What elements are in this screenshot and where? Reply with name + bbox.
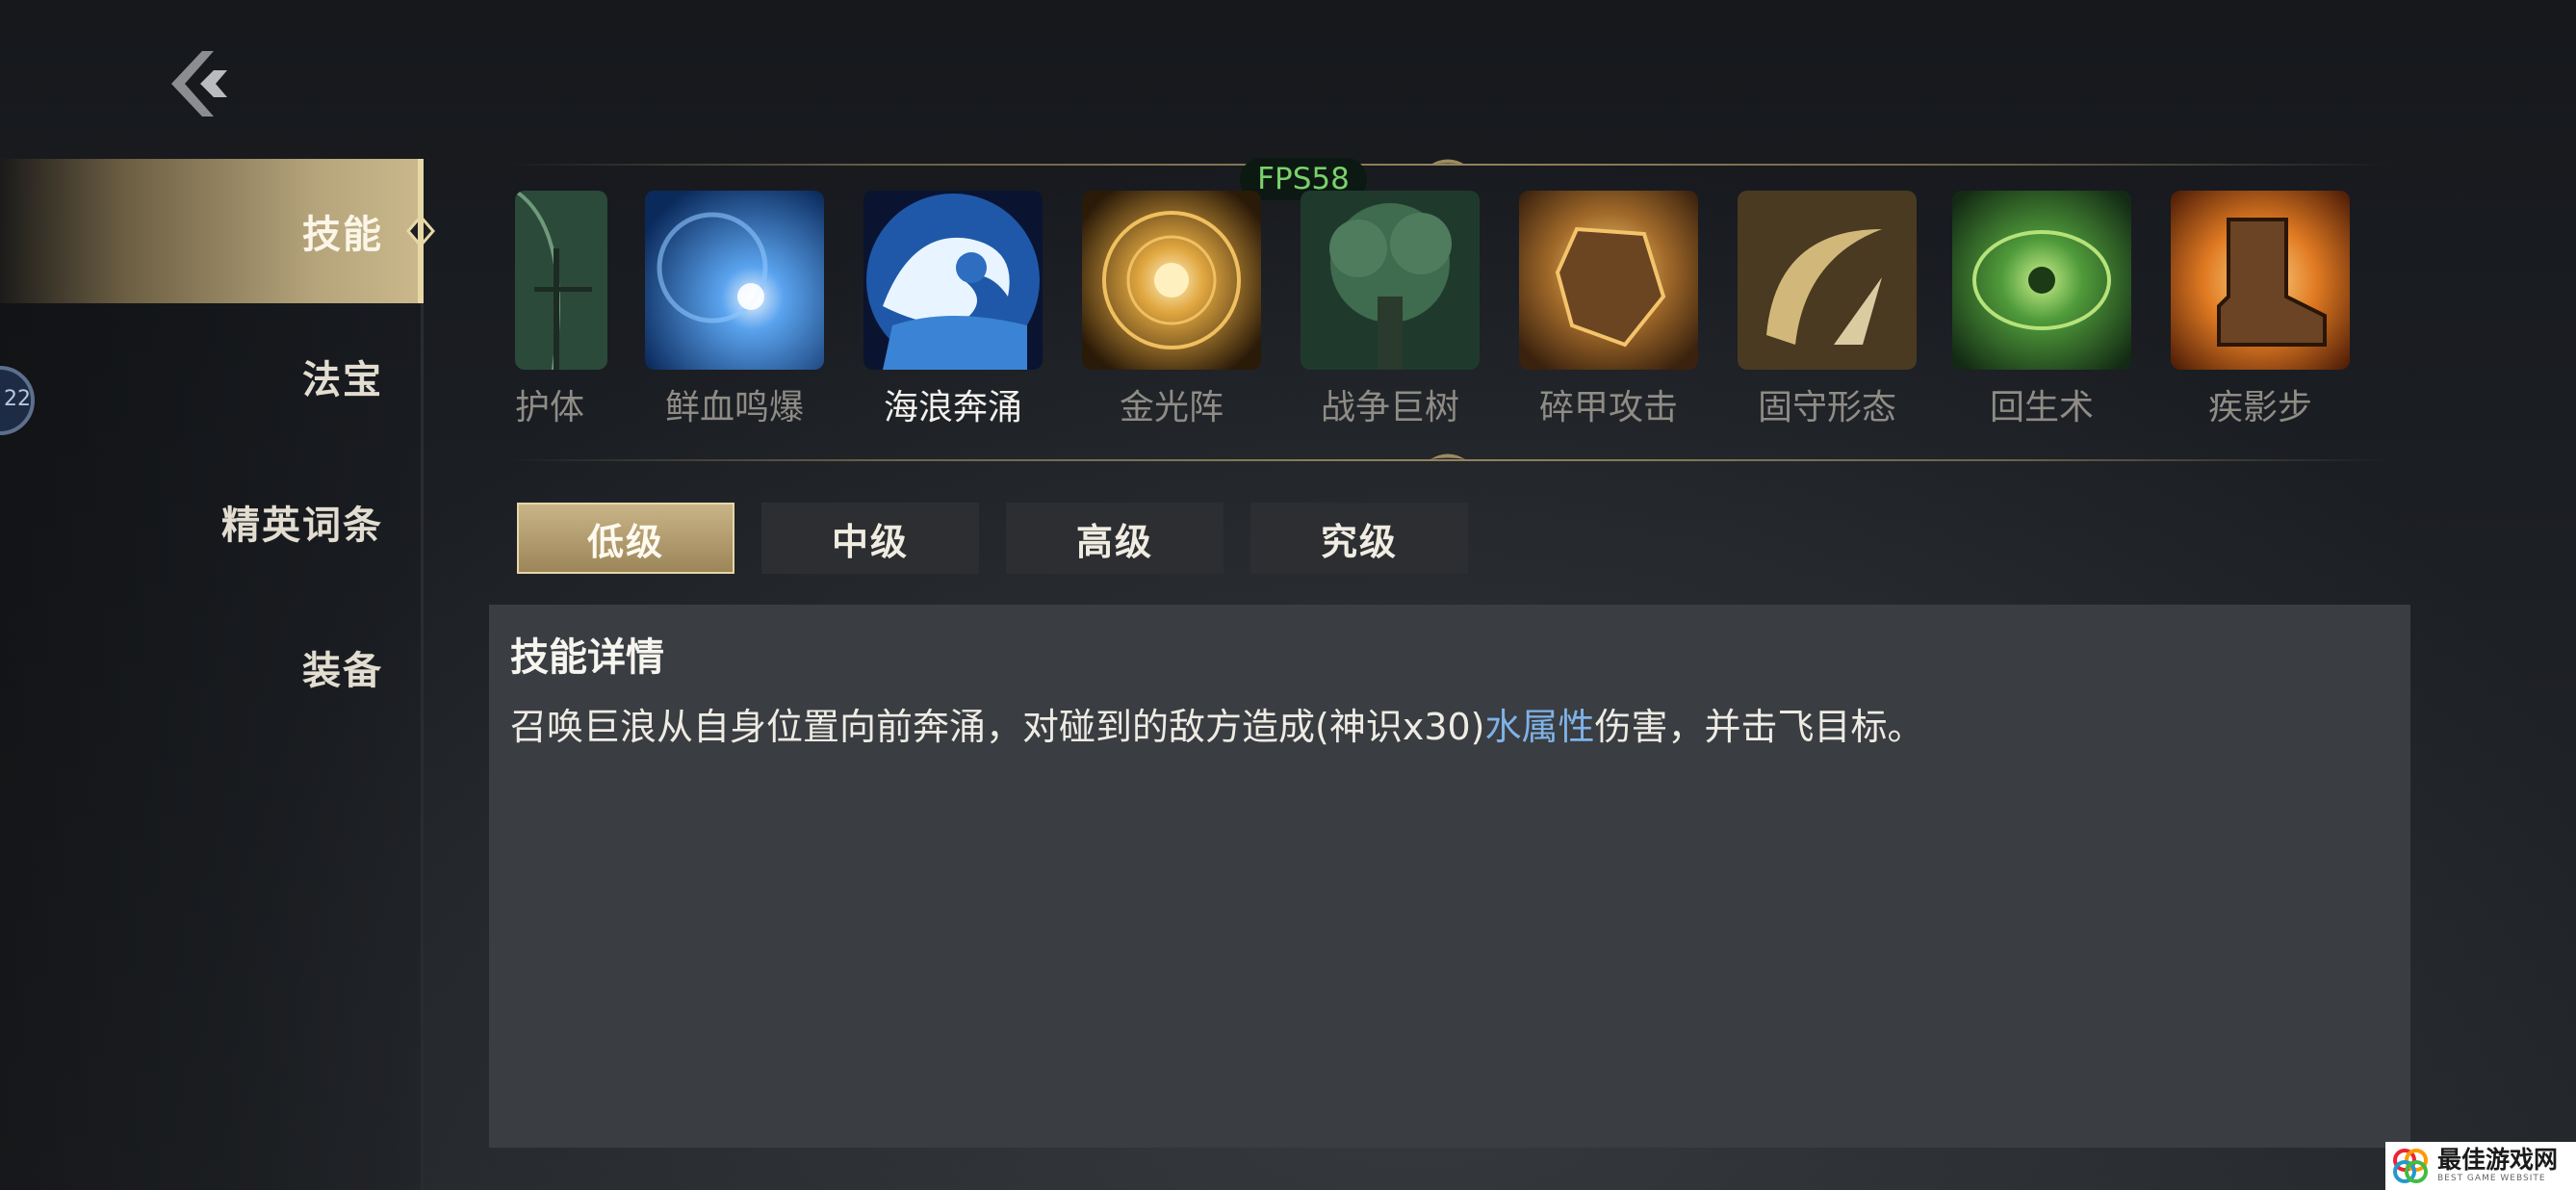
nav-item-label: 装备 — [302, 649, 383, 693]
blood-burst-skill-icon — [645, 191, 824, 370]
nav-item-skills[interactable]: 技能 — [0, 159, 435, 303]
nav-item-label: 法宝 — [302, 358, 383, 402]
skill-item-armor-break[interactable]: 碎甲攻击 — [1519, 191, 1698, 429]
skill-name: 海浪奔涌 — [883, 388, 1022, 427]
watermark: 最佳游戏网 BEST GAME WEBSITE — [2385, 1142, 2576, 1190]
golden-array-skill-icon — [1082, 191, 1261, 370]
skill-detail-panel: 技能详情 召唤巨浪从自身位置向前奔涌，对碰到的敌方造成(神识x30)水属性伤害，… — [489, 605, 2410, 1148]
watermark-title: 最佳游戏网 — [2437, 1146, 2559, 1174]
ornament-icon — [1430, 159, 1465, 165]
revival-skill-icon — [1952, 191, 2131, 370]
skill-name: 鲜血鸣爆 — [664, 388, 804, 427]
protect-skill-icon — [515, 191, 607, 370]
panel-title: 技能详情 — [510, 635, 664, 680]
skill-item-blood-burst[interactable]: 鲜血鸣爆 — [645, 191, 824, 429]
nav-item-label: 技能 — [302, 213, 383, 257]
skill-name: 回生术 — [1989, 388, 2094, 427]
active-indicator-icon — [406, 215, 435, 247]
tab-level-low[interactable]: 低级 — [517, 503, 734, 574]
watermark-text: 最佳游戏网 BEST GAME WEBSITE — [2437, 1148, 2558, 1184]
tab-level-ultimate[interactable]: 究级 — [1250, 503, 1468, 574]
wave-surge-skill-icon — [863, 191, 1043, 370]
nav-item-equipment[interactable]: 装备 — [0, 595, 424, 739]
skill-name: 固守形态 — [1757, 388, 1896, 427]
floating-badge-text: 22 — [4, 387, 31, 411]
skill-item-wave-surge[interactable]: 海浪奔涌 — [863, 191, 1043, 429]
ornament-icon — [1430, 453, 1465, 459]
nav-item-label: 精英词条 — [221, 504, 383, 548]
watermark-subtitle: BEST GAME WEBSITE — [2437, 1174, 2546, 1183]
skill-item-protect[interactable]: 护体 — [515, 191, 607, 429]
skill-item-guard-form[interactable]: 固守形态 — [1738, 191, 1917, 429]
back-arrow-icon — [171, 51, 227, 116]
description-text-end: 伤害，并击飞目标。 — [1594, 706, 1924, 748]
nav-item-treasure[interactable]: 法宝 — [0, 304, 424, 449]
skill-item-revival[interactable]: 回生术 — [1952, 191, 2131, 429]
war-tree-skill-icon — [1301, 191, 1480, 370]
shadow-step-skill-icon — [2171, 191, 2350, 370]
skill-name: 战争巨树 — [1320, 388, 1459, 427]
skill-item-war-tree[interactable]: 战争巨树 — [1301, 191, 1480, 429]
nav-item-elite-affixes[interactable]: 精英词条 — [0, 450, 424, 594]
armor-break-skill-icon — [1519, 191, 1698, 370]
back-button[interactable] — [164, 43, 241, 125]
skill-name: 疾影步 — [2207, 388, 2312, 427]
skill-name: 碎甲攻击 — [1538, 388, 1678, 427]
description-text: 召唤巨浪从自身位置向前奔涌，对碰到的敌方造成(神识x30) — [510, 706, 1485, 748]
skill-item-shadow-step[interactable]: 疾影步 — [2171, 191, 2350, 429]
tab-level-mid[interactable]: 中级 — [761, 503, 979, 574]
skill-name: 护体 — [515, 388, 585, 427]
watermark-logo-icon — [2393, 1149, 2428, 1183]
skill-description: 召唤巨浪从自身位置向前奔涌，对碰到的敌方造成(神识x30)水属性伤害，并击飞目标… — [510, 697, 1924, 750]
element-highlight: 水属性 — [1484, 706, 1595, 748]
skill-name: 金光阵 — [1119, 388, 1224, 427]
tab-level-high[interactable]: 高级 — [1006, 503, 1224, 574]
guard-form-skill-icon — [1738, 191, 1917, 370]
skill-item-golden-array[interactable]: 金光阵 — [1082, 191, 1261, 429]
